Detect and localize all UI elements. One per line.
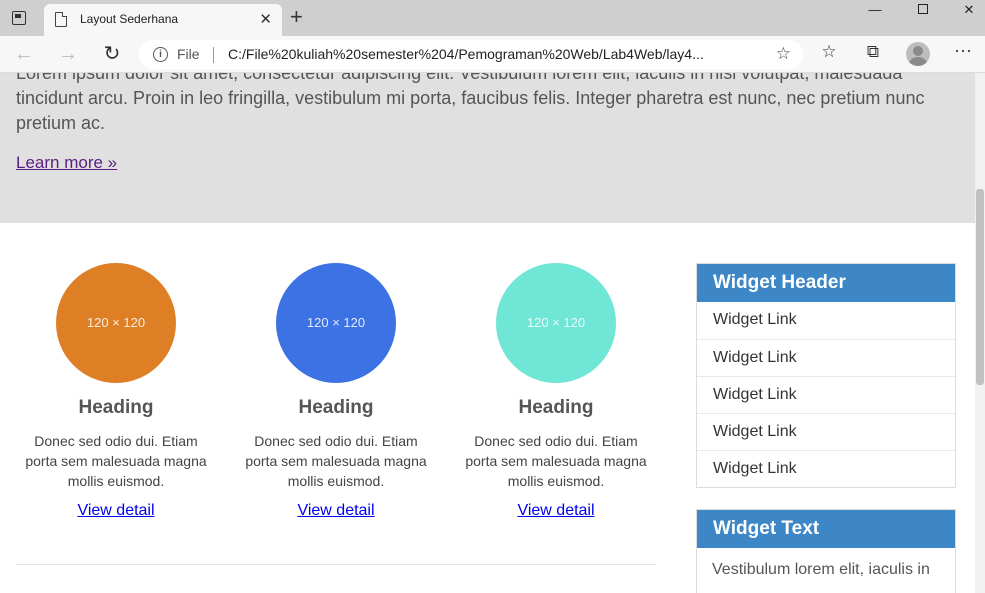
star-plus-icon[interactable]: ☆	[776, 44, 791, 64]
widget-header: Widget Header	[697, 264, 955, 302]
feature-text: Donec sed odio dui. Etiam porta sem male…	[245, 433, 427, 489]
more-dots-icon[interactable]: ···	[950, 41, 976, 59]
forward-arrow-icon[interactable]: →	[55, 41, 81, 67]
url-text[interactable]: C:/File%20kuliah%20semester%204/Pemogram…	[228, 46, 704, 62]
maximize-button[interactable]	[900, 0, 946, 20]
info-icon[interactable]: i	[153, 47, 168, 62]
widget-link[interactable]: Widget Link	[697, 450, 955, 487]
placeholder-image: 120 × 120	[276, 263, 396, 383]
feature-text: Donec sed odio dui. Etiam porta sem male…	[25, 433, 207, 489]
address-bar[interactable]: i File C:/File%20kuliah%20semester%204/P…	[139, 40, 803, 69]
widget-link[interactable]: Widget Link	[697, 302, 955, 339]
collections-icon[interactable]: ⧉	[860, 42, 886, 62]
view-detail-link[interactable]: View detail	[517, 502, 594, 520]
back-arrow-icon[interactable]: ←	[11, 41, 37, 67]
address-scheme-label: File	[177, 46, 200, 62]
feature-heading: Heading	[78, 397, 154, 418]
feature-heading: Heading	[518, 397, 594, 418]
feature-card: 120 × 120 Heading Donec sed odio dui. Et…	[236, 263, 436, 520]
jumbotron-text: Lorem ipsum dolor sit amet, consectetur …	[16, 73, 925, 133]
widget-link[interactable]: Widget Link	[697, 339, 955, 376]
plus-icon[interactable]: +	[290, 4, 303, 30]
reload-icon[interactable]: ↻	[99, 41, 125, 67]
learn-more-link[interactable]: Learn more »	[16, 153, 117, 173]
view-detail-link[interactable]: View detail	[297, 502, 374, 520]
window-menu-icon[interactable]	[12, 11, 26, 25]
close-icon[interactable]: ✕	[259, 10, 272, 28]
favorites-icon[interactable]: ☆	[816, 42, 842, 62]
sidebar: Widget Header Widget Link Widget Link Wi…	[696, 263, 956, 593]
widget-link-list: Widget Link Widget Link Widget Link Widg…	[697, 302, 955, 487]
tab-title: Layout Sederhana	[80, 12, 179, 26]
feature-row: 120 × 120 Heading Donec sed odio dui. Et…	[16, 263, 656, 533]
close-window-button[interactable]: ✕	[946, 0, 985, 20]
widget-links: Widget Header Widget Link Widget Link Wi…	[696, 263, 956, 488]
page-viewport: Lorem ipsum dolor sit amet, consectetur …	[0, 73, 975, 593]
feature-card: 120 × 120 Heading Donec sed odio dui. Et…	[456, 263, 656, 520]
page-scrollbar[interactable]	[975, 73, 985, 593]
widget-text-body: Vestibulum lorem elit, iaculis in	[712, 561, 930, 578]
view-detail-link[interactable]: View detail	[77, 502, 154, 520]
scrollbar-thumb[interactable]	[976, 189, 984, 385]
widget-link[interactable]: Widget Link	[697, 376, 955, 413]
feature-card: 120 × 120 Heading Donec sed odio dui. Et…	[16, 263, 216, 520]
widget-link[interactable]: Widget Link	[697, 413, 955, 450]
feature-heading: Heading	[298, 397, 374, 418]
placeholder-image: 120 × 120	[56, 263, 176, 383]
section-divider	[16, 564, 656, 565]
minimize-button[interactable]: —	[852, 0, 898, 20]
placeholder-image: 120 × 120	[496, 263, 616, 383]
widget-text: Widget Text Vestibulum lorem elit, iacul…	[696, 509, 956, 593]
profile-avatar-icon[interactable]	[906, 42, 930, 66]
tab-strip: Layout Sederhana ✕ + — ✕	[0, 0, 985, 36]
widget-text-header: Widget Text	[697, 510, 955, 548]
browser-toolbar: ← → ↻ i File C:/File%20kuliah%20semester…	[0, 36, 985, 73]
maximize-icon	[918, 4, 928, 14]
document-icon	[55, 12, 67, 27]
jumbotron: Lorem ipsum dolor sit amet, consectetur …	[0, 73, 975, 223]
tab-layout-sederhana[interactable]: Layout Sederhana ✕	[44, 4, 282, 36]
feature-text: Donec sed odio dui. Etiam porta sem male…	[465, 433, 647, 489]
address-divider	[213, 47, 214, 63]
